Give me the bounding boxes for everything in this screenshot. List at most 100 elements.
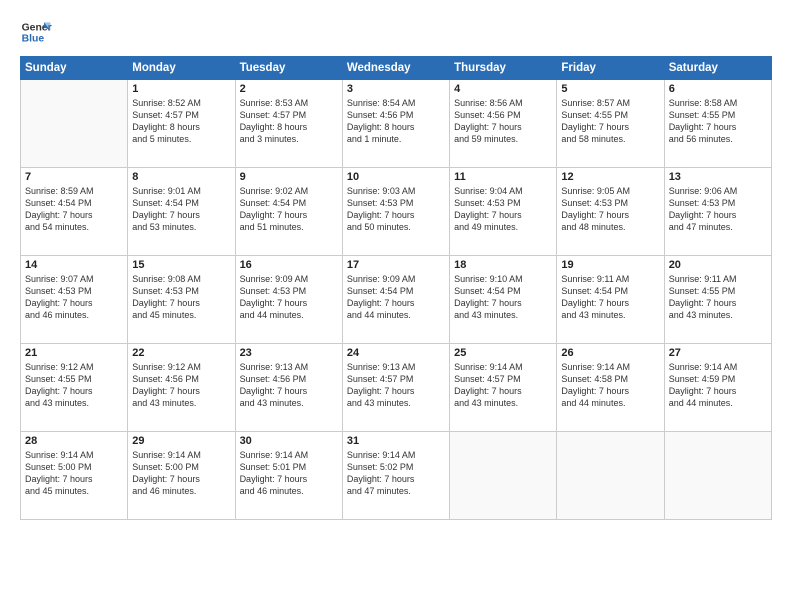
day-info: Sunrise: 9:14 AMSunset: 5:01 PMDaylight:… — [240, 449, 338, 498]
col-header-wednesday: Wednesday — [342, 57, 449, 80]
day-number: 29 — [132, 435, 230, 447]
day-info: Sunrise: 9:01 AMSunset: 4:54 PMDaylight:… — [132, 185, 230, 234]
day-info: Sunrise: 9:12 AMSunset: 4:55 PMDaylight:… — [25, 361, 123, 410]
calendar-week-2: 7 Sunrise: 8:59 AMSunset: 4:54 PMDaylight… — [21, 168, 772, 256]
day-number: 16 — [240, 259, 338, 271]
day-info: Sunrise: 8:59 AMSunset: 4:54 PMDaylight:… — [25, 185, 123, 234]
day-cell-3: 3 Sunrise: 8:54 AMSunset: 4:56 PMDaylight… — [342, 80, 449, 168]
empty-cell — [557, 432, 664, 520]
day-number: 21 — [25, 347, 123, 359]
day-info: Sunrise: 9:08 AMSunset: 4:53 PMDaylight:… — [132, 273, 230, 322]
day-number: 27 — [669, 347, 767, 359]
day-cell-20: 20Sunrise: 9:11 AMSunset: 4:55 PMDayligh… — [664, 256, 771, 344]
day-number: 15 — [132, 259, 230, 271]
day-info: Sunrise: 8:58 AMSunset: 4:55 PMDaylight:… — [669, 97, 767, 146]
day-cell-24: 24 Sunrise: 9:13 AMSunset: 4:57 PMDayligh… — [342, 344, 449, 432]
calendar-week-5: 28 Sunrise: 9:14 AMSunset: 5:00 PMDayligh… — [21, 432, 772, 520]
day-number: 13 — [669, 171, 767, 183]
day-cell-4: 4 Sunrise: 8:56 AMSunset: 4:56 PMDaylight… — [450, 80, 557, 168]
col-header-thursday: Thursday — [450, 57, 557, 80]
day-number: 6 — [669, 83, 767, 95]
day-info: Sunrise: 9:09 AMSunset: 4:54 PMDaylight:… — [347, 273, 445, 322]
day-info: Sunrise: 8:57 AMSunset: 4:55 PMDaylight:… — [561, 97, 659, 146]
day-number: 10 — [347, 171, 445, 183]
day-cell-15: 15 Sunrise: 9:08 AMSunset: 4:53 PMDayligh… — [128, 256, 235, 344]
day-info: Sunrise: 9:14 AMSunset: 5:00 PMDaylight:… — [25, 449, 123, 498]
day-info: Sunrise: 9:13 AMSunset: 4:57 PMDaylight:… — [347, 361, 445, 410]
calendar-header-row: SundayMondayTuesdayWednesdayThursdayFrid… — [21, 57, 772, 80]
day-cell-11: 11Sunrise: 9:04 AMSunset: 4:53 PMDayligh… — [450, 168, 557, 256]
day-cell-7: 7 Sunrise: 8:59 AMSunset: 4:54 PMDaylight… — [21, 168, 128, 256]
day-info: Sunrise: 9:14 AMSunset: 5:00 PMDaylight:… — [132, 449, 230, 498]
day-cell-5: 5Sunrise: 8:57 AMSunset: 4:55 PMDaylight… — [557, 80, 664, 168]
day-info: Sunrise: 9:14 AMSunset: 4:59 PMDaylight:… — [669, 361, 767, 410]
col-header-monday: Monday — [128, 57, 235, 80]
col-header-sunday: Sunday — [21, 57, 128, 80]
day-number: 20 — [669, 259, 767, 271]
day-cell-17: 17Sunrise: 9:09 AMSunset: 4:54 PMDayligh… — [342, 256, 449, 344]
day-info: Sunrise: 9:14 AMSunset: 5:02 PMDaylight:… — [347, 449, 445, 498]
day-number: 31 — [347, 435, 445, 447]
day-number: 7 — [25, 171, 123, 183]
day-info: Sunrise: 9:05 AMSunset: 4:53 PMDaylight:… — [561, 185, 659, 234]
day-cell-19: 19 Sunrise: 9:11 AMSunset: 4:54 PMDayligh… — [557, 256, 664, 344]
day-number: 4 — [454, 83, 552, 95]
day-cell-16: 16 Sunrise: 9:09 AMSunset: 4:53 PMDayligh… — [235, 256, 342, 344]
day-cell-23: 23Sunrise: 9:13 AMSunset: 4:56 PMDayligh… — [235, 344, 342, 432]
day-cell-29: 29 Sunrise: 9:14 AMSunset: 5:00 PMDayligh… — [128, 432, 235, 520]
day-number: 1 — [132, 83, 230, 95]
day-info: Sunrise: 9:09 AMSunset: 4:53 PMDaylight:… — [240, 273, 338, 322]
day-info: Sunrise: 8:54 AMSunset: 4:56 PMDaylight:… — [347, 97, 445, 146]
calendar-week-1: 1 Sunrise: 8:52 AMSunset: 4:57 PMDaylight… — [21, 80, 772, 168]
day-cell-30: 30 Sunrise: 9:14 AMSunset: 5:01 PMDayligh… — [235, 432, 342, 520]
day-number: 18 — [454, 259, 552, 271]
day-number: 25 — [454, 347, 552, 359]
day-cell-26: 26Sunrise: 9:14 AMSunset: 4:58 PMDayligh… — [557, 344, 664, 432]
empty-cell — [664, 432, 771, 520]
calendar-week-3: 14 Sunrise: 9:07 AMSunset: 4:53 PMDayligh… — [21, 256, 772, 344]
day-cell-27: 27 Sunrise: 9:14 AMSunset: 4:59 PMDayligh… — [664, 344, 771, 432]
day-info: Sunrise: 8:53 AMSunset: 4:57 PMDaylight:… — [240, 97, 338, 146]
day-number: 12 — [561, 171, 659, 183]
day-info: Sunrise: 8:52 AMSunset: 4:57 PMDaylight:… — [132, 97, 230, 146]
logo-icon: General Blue — [20, 16, 52, 48]
day-number: 8 — [132, 171, 230, 183]
day-cell-14: 14 Sunrise: 9:07 AMSunset: 4:53 PMDayligh… — [21, 256, 128, 344]
day-info: Sunrise: 8:56 AMSunset: 4:56 PMDaylight:… — [454, 97, 552, 146]
day-info: Sunrise: 9:14 AMSunset: 4:57 PMDaylight:… — [454, 361, 552, 410]
day-number: 24 — [347, 347, 445, 359]
calendar-table: SundayMondayTuesdayWednesdayThursdayFrid… — [20, 56, 772, 520]
day-cell-1: 1 Sunrise: 8:52 AMSunset: 4:57 PMDaylight… — [128, 80, 235, 168]
day-info: Sunrise: 9:06 AMSunset: 4:53 PMDaylight:… — [669, 185, 767, 234]
day-cell-31: 31 Sunrise: 9:14 AMSunset: 5:02 PMDayligh… — [342, 432, 449, 520]
empty-cell — [450, 432, 557, 520]
day-number: 19 — [561, 259, 659, 271]
col-header-friday: Friday — [557, 57, 664, 80]
day-info: Sunrise: 9:11 AMSunset: 4:54 PMDaylight:… — [561, 273, 659, 322]
day-number: 3 — [347, 83, 445, 95]
day-cell-12: 12 Sunrise: 9:05 AMSunset: 4:53 PMDayligh… — [557, 168, 664, 256]
day-number: 28 — [25, 435, 123, 447]
day-number: 30 — [240, 435, 338, 447]
logo: General Blue — [20, 16, 52, 48]
header: General Blue — [20, 16, 772, 48]
col-header-tuesday: Tuesday — [235, 57, 342, 80]
day-info: Sunrise: 9:14 AMSunset: 4:58 PMDaylight:… — [561, 361, 659, 410]
day-number: 14 — [25, 259, 123, 271]
day-info: Sunrise: 9:07 AMSunset: 4:53 PMDaylight:… — [25, 273, 123, 322]
day-cell-22: 22Sunrise: 9:12 AMSunset: 4:56 PMDayligh… — [128, 344, 235, 432]
calendar-body: 1 Sunrise: 8:52 AMSunset: 4:57 PMDaylight… — [21, 80, 772, 520]
svg-text:Blue: Blue — [22, 34, 45, 45]
day-info: Sunrise: 9:02 AMSunset: 4:54 PMDaylight:… — [240, 185, 338, 234]
day-cell-10: 10 Sunrise: 9:03 AMSunset: 4:53 PMDayligh… — [342, 168, 449, 256]
day-cell-2: 2Sunrise: 8:53 AMSunset: 4:57 PMDaylight… — [235, 80, 342, 168]
day-cell-25: 25 Sunrise: 9:14 AMSunset: 4:57 PMDayligh… — [450, 344, 557, 432]
day-cell-9: 9Sunrise: 9:02 AMSunset: 4:54 PMDaylight… — [235, 168, 342, 256]
day-cell-28: 28 Sunrise: 9:14 AMSunset: 5:00 PMDayligh… — [21, 432, 128, 520]
day-info: Sunrise: 9:12 AMSunset: 4:56 PMDaylight:… — [132, 361, 230, 410]
empty-cell — [21, 80, 128, 168]
col-header-saturday: Saturday — [664, 57, 771, 80]
day-cell-8: 8 Sunrise: 9:01 AMSunset: 4:54 PMDaylight… — [128, 168, 235, 256]
day-cell-18: 18Sunrise: 9:10 AMSunset: 4:54 PMDayligh… — [450, 256, 557, 344]
day-info: Sunrise: 9:03 AMSunset: 4:53 PMDaylight:… — [347, 185, 445, 234]
